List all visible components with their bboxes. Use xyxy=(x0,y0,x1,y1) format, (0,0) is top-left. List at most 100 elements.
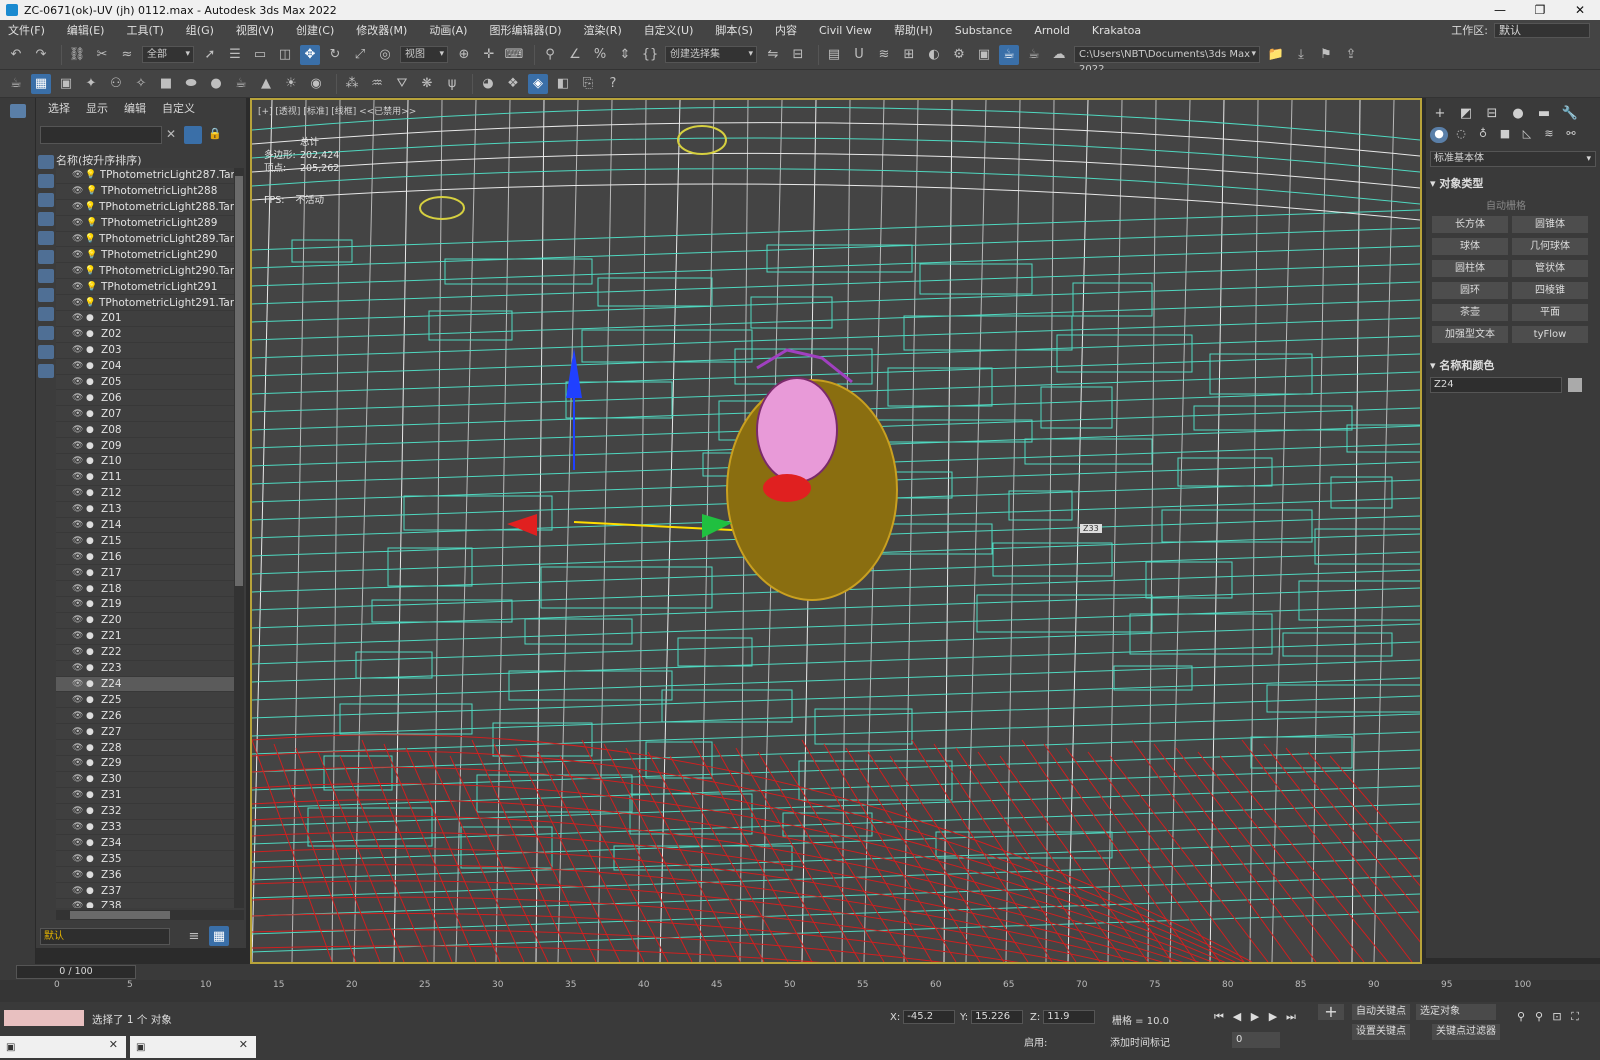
list-item[interactable]: 👁 ● Z29 xyxy=(56,755,234,772)
tab-customize[interactable]: 自定义 xyxy=(162,100,195,116)
bind-spacewarp-icon[interactable]: ≈ xyxy=(117,45,137,65)
plane-button[interactable]: 平面 xyxy=(1512,304,1588,321)
horizontal-scrollbar[interactable] xyxy=(56,910,244,920)
visibility-eye-icon[interactable]: 👁 xyxy=(72,456,86,466)
edit-named-selection-icon[interactable]: {} xyxy=(640,45,660,65)
snap-toggle-icon[interactable]: ⚲ xyxy=(540,45,560,65)
key-filters-button[interactable]: 关键点过滤器 xyxy=(1432,1024,1500,1040)
display-cameras-icon[interactable] xyxy=(38,212,54,226)
list-item[interactable]: 👁 ● Z07 xyxy=(56,406,234,423)
zoom-extents-icon[interactable]: ⊡ xyxy=(1548,1010,1566,1024)
close-icon[interactable]: ✕ xyxy=(239,1038,248,1051)
list-item[interactable]: 👁 ● Z15 xyxy=(56,533,234,550)
angle-snap-icon[interactable]: ∠ xyxy=(565,45,585,65)
visibility-eye-icon[interactable]: 👁 xyxy=(72,647,86,657)
light-bulb-icon[interactable]: 💡 xyxy=(86,282,98,292)
visibility-eye-icon[interactable]: 👁 xyxy=(72,552,86,562)
geometry-icon[interactable]: ● xyxy=(86,504,98,514)
visibility-eye-icon[interactable]: 👁 xyxy=(72,472,86,482)
geometry-icon[interactable]: ● xyxy=(86,488,98,498)
cylinder-button[interactable]: 圆柱体 xyxy=(1432,260,1508,277)
menu-rendering[interactable]: 渲染(R) xyxy=(584,22,622,38)
menu-graph-editors[interactable]: 图形编辑器(D) xyxy=(489,22,561,38)
list-item[interactable]: 👁 ● Z38 xyxy=(56,898,234,908)
list-item[interactable]: 👁 💡 TPhotometricLight290 xyxy=(56,247,234,264)
go-to-start-icon[interactable]: ⏮ xyxy=(1210,1010,1228,1024)
menu-animation[interactable]: 动画(A) xyxy=(429,22,467,38)
open-project-icon[interactable]: 📁 xyxy=(1266,45,1286,65)
scene-states-icon[interactable]: ▣ xyxy=(56,74,76,94)
geometry-icon[interactable]: ● xyxy=(86,822,98,832)
geometry-icon[interactable]: ● xyxy=(86,806,98,816)
list-item[interactable]: 👁 ● Z35 xyxy=(56,851,234,868)
visibility-eye-icon[interactable]: 👁 xyxy=(72,663,86,673)
visibility-eye-icon[interactable]: 👁 xyxy=(72,854,86,864)
visibility-eye-icon[interactable]: 👁 xyxy=(72,584,86,594)
list-item[interactable]: 👁 ● Z23 xyxy=(56,660,234,677)
list-item[interactable]: 👁 ● Z24 xyxy=(56,676,234,693)
lock-icon[interactable]: 🔒 xyxy=(208,127,222,140)
play-icon[interactable]: ▶ xyxy=(1246,1010,1264,1024)
helpers-icon[interactable]: ◺ xyxy=(1518,127,1536,143)
display-spacewarps-icon[interactable] xyxy=(38,250,54,264)
select-move-icon[interactable]: ✥ xyxy=(300,44,320,65)
list-item[interactable]: 👁 ● Z37 xyxy=(56,883,234,899)
menu-views[interactable]: 视图(V) xyxy=(236,22,274,38)
create-tab-icon[interactable]: + xyxy=(1430,106,1450,121)
teapot-icon[interactable]: ☕ xyxy=(6,74,26,94)
set-key-button[interactable]: 设置关键点 xyxy=(1352,1024,1410,1040)
geometry-icon[interactable]: ● xyxy=(86,329,98,339)
visibility-eye-icon[interactable]: 👁 xyxy=(72,695,86,705)
lights-icon[interactable]: ♁ xyxy=(1474,127,1492,143)
render-active-icon[interactable]: ☕ xyxy=(1024,45,1044,65)
light-bulb-icon[interactable]: 💡 xyxy=(86,186,98,196)
visibility-eye-icon[interactable]: 👁 xyxy=(72,282,86,292)
geometry-icon[interactable]: ● xyxy=(86,393,98,403)
visibility-eye-icon[interactable]: 👁 xyxy=(72,758,86,768)
object-type-rollout[interactable]: ▾ 对象类型 xyxy=(1430,175,1596,191)
list-item[interactable]: 👁 💡 TPhotometricLight291.Targe xyxy=(56,295,234,312)
particle-icon[interactable]: ⁂ xyxy=(342,74,362,94)
geometry-icon[interactable]: ● xyxy=(86,377,98,387)
tab-listener[interactable]: ▣ ✕ xyxy=(0,1036,126,1058)
geometry-icon[interactable]: ● xyxy=(86,679,98,689)
keyboard-shortcut-icon[interactable]: ⌨ xyxy=(504,45,524,65)
geometry-icon[interactable]: ● xyxy=(86,758,98,768)
help-icon[interactable]: ? xyxy=(603,74,623,94)
display-geometry-icon[interactable] xyxy=(38,155,54,169)
list-item[interactable]: 👁 ● Z03 xyxy=(56,342,234,359)
visibility-eye-icon[interactable]: 👁 xyxy=(72,186,86,196)
list-item[interactable]: 👁 ● Z28 xyxy=(56,740,234,756)
next-frame-icon[interactable]: ▶ xyxy=(1264,1010,1282,1024)
perspective-viewport[interactable]: [+] [透视] [标准] [线框] <<已禁用>> 总计 多边形: 202,42… xyxy=(250,98,1422,964)
visibility-eye-icon[interactable]: 👁 xyxy=(72,377,86,387)
pyramid-button[interactable]: 四棱锥 xyxy=(1512,282,1588,299)
project-folder-dropdown[interactable]: C:\Users\NBT\Documents\3ds Max 2022 xyxy=(1074,46,1260,75)
tube-button[interactable]: 管状体 xyxy=(1512,260,1588,277)
select-object-icon[interactable]: ➚ xyxy=(200,45,220,65)
list-item[interactable]: 👁 💡 TPhotometricLight288.Targe xyxy=(56,199,234,216)
display-xrefs-icon[interactable] xyxy=(38,288,54,302)
autogrid-checkbox[interactable]: 自动栅格 xyxy=(1486,197,1600,212)
arnold-icon[interactable]: ◧ xyxy=(553,74,573,94)
viewport-label[interactable]: [+] [透视] [标准] [线框] <<已禁用>> xyxy=(258,104,416,117)
list-item[interactable]: 👁 ● Z36 xyxy=(56,867,234,884)
sky-light-icon[interactable]: ◉ xyxy=(306,74,326,94)
geometry-icon[interactable]: ● xyxy=(86,711,98,721)
visibility-eye-icon[interactable]: 👁 xyxy=(72,488,86,498)
named-selection-dropdown[interactable]: 创建选择集 xyxy=(665,46,757,63)
display-hidden-icon[interactable] xyxy=(38,364,54,378)
menu-help[interactable]: 帮助(H) xyxy=(894,22,933,38)
window-crossing-icon[interactable]: ◫ xyxy=(275,45,295,65)
geometry-icon[interactable]: ● xyxy=(86,568,98,578)
list-item[interactable]: 👁 ● Z27 xyxy=(56,724,234,741)
geometry-icon[interactable]: ● xyxy=(86,345,98,355)
clear-search-icon[interactable]: ✕ xyxy=(166,127,176,141)
display-containers-icon[interactable] xyxy=(38,326,54,340)
geometry-icon[interactable]: ● xyxy=(86,520,98,530)
visibility-eye-icon[interactable]: 👁 xyxy=(72,886,86,896)
save-project-icon[interactable]: ⤓ xyxy=(1291,45,1311,65)
list-item[interactable]: 👁 💡 TPhotometricLight287.Targ xyxy=(56,168,234,184)
visibility-eye-icon[interactable]: 👁 xyxy=(72,250,86,260)
menu-scripting[interactable]: 脚本(S) xyxy=(715,22,753,38)
